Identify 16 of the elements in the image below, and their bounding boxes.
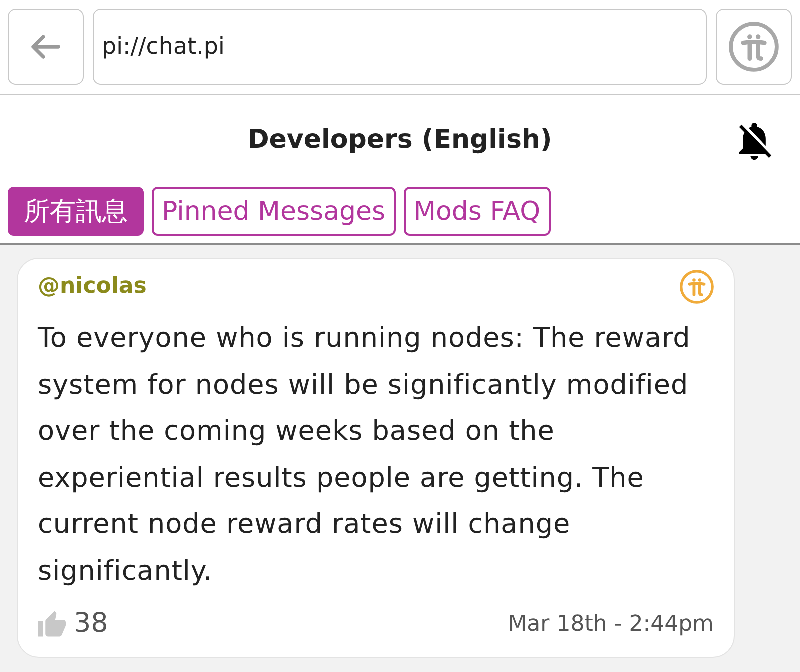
arrow-left-icon <box>30 35 62 59</box>
tab[interactable]: 所有訊息 <box>8 187 144 236</box>
bell-slash-icon[interactable] <box>738 122 772 160</box>
pi-logo-icon <box>729 22 779 72</box>
pi-logo-icon <box>680 270 714 304</box>
message-author[interactable]: @nicolas <box>38 271 147 303</box>
like-count: 38 <box>74 608 108 640</box>
address-field[interactable]: pi://chat.pi <box>93 9 707 85</box>
thumbs-up-icon[interactable] <box>38 611 66 638</box>
back-button[interactable] <box>8 9 84 85</box>
message-text: To everyone who is running nodes: The reward system for nodes will be significantly modified over the coming weeks based on the experiential results people are getting. The current node reward rates will change significantly. <box>38 322 692 589</box>
tab[interactable]: Mods FAQ <box>404 187 551 236</box>
tab[interactable]: Pinned Messages <box>152 187 396 236</box>
message-time: Mar 18th - 2:44pm <box>508 610 714 639</box>
pi-logo-button[interactable] <box>716 9 792 85</box>
channel-title: Developers (English) <box>248 125 552 157</box>
